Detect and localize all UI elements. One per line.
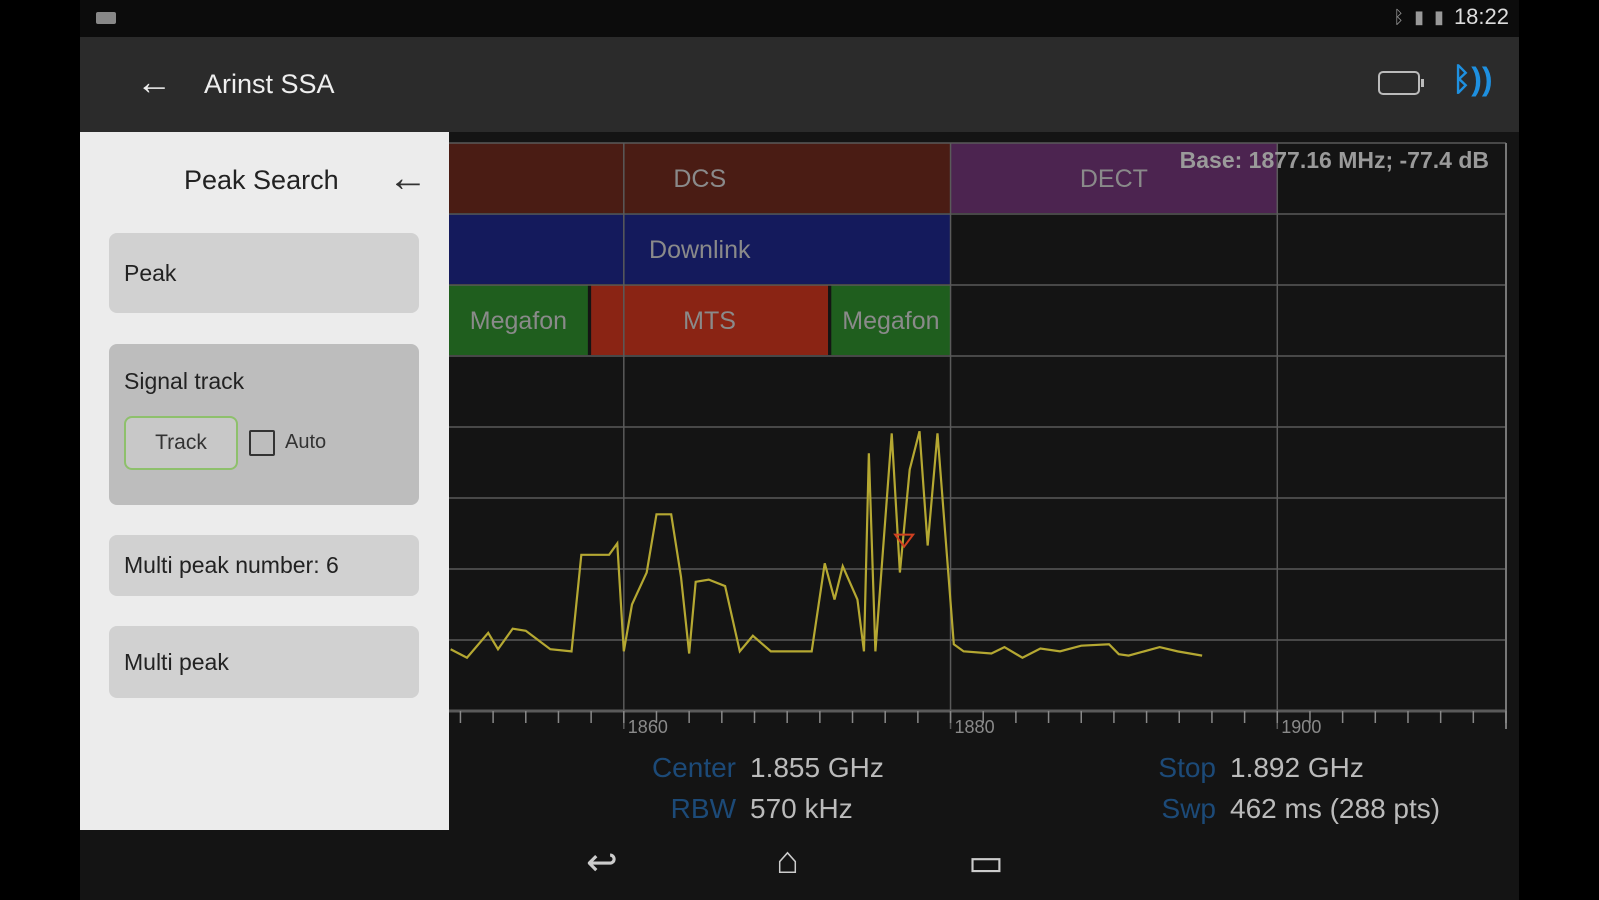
peak-search-panel: Peak Search ← Peak Signal track Track Au… <box>80 132 449 830</box>
nav-home-icon[interactable]: ⌂ <box>776 840 799 883</box>
device-battery-icon[interactable] <box>1378 71 1424 95</box>
rbw-label: RBW <box>670 793 736 824</box>
panel-back-arrow-icon[interactable]: ← <box>388 156 428 201</box>
swp-label: Swp <box>1161 793 1216 824</box>
rbw-readout: RBW 570 kHz <box>632 793 853 825</box>
x-tick-label: 1900 <box>1281 717 1321 737</box>
marker-readout: Base: 1877.16 MHz; -77.4 dB <box>1180 147 1489 173</box>
rbw-value: 570 kHz <box>750 793 853 824</box>
band-label: DECT <box>1080 165 1148 193</box>
stop-value: 1.892 GHz <box>1230 752 1364 783</box>
status-bar: ᛒ ▮ ▮ 18:22 <box>80 0 1519 37</box>
x-tick-label: 1860 <box>628 717 668 737</box>
nav-recents-icon[interactable]: ▭ <box>968 840 1004 885</box>
center-label: Center <box>651 752 736 783</box>
swp-value: 462 ms (288 pts) <box>1230 793 1441 824</box>
app-bar: ← Arinst SSA ᛒ)) <box>80 37 1519 132</box>
band-label: Megafon <box>470 307 567 335</box>
back-arrow-icon[interactable]: ← <box>136 61 172 103</box>
signal-icon: ▮ <box>1414 6 1425 27</box>
x-tick-label: 1880 <box>955 717 995 737</box>
signal-track-label: Signal track <box>124 368 245 394</box>
stop-label: Stop <box>1158 752 1216 783</box>
peak-button[interactable]: Peak <box>109 233 419 313</box>
band-label: Megafon <box>842 307 939 335</box>
multi-peak-button[interactable]: Multi peak <box>109 626 419 698</box>
swp-readout: Swp 462 ms (288 pts) <box>1120 793 1441 825</box>
auto-label: Auto <box>285 431 327 453</box>
band-label: MTS <box>683 307 736 335</box>
multi-peak-number-button[interactable]: Multi peak number: 6 <box>109 535 419 596</box>
track-button[interactable]: Track <box>124 416 238 470</box>
video-icon <box>96 12 116 24</box>
bluetooth-connected-icon[interactable]: ᛒ)) <box>1452 61 1493 98</box>
bluetooth-icon: ᛒ <box>1393 6 1405 27</box>
navigation-bar: ↩ ⌂ ▭ <box>80 830 1519 900</box>
band-label: DCS <box>673 165 726 193</box>
spectrum-trace <box>450 430 1203 660</box>
clock: 18:22 <box>1453 4 1509 29</box>
band-label: Downlink <box>649 236 751 264</box>
center-value: 1.855 GHz <box>750 752 884 783</box>
app-screen: ᛒ ▮ ▮ 18:22 ← Arinst SSA ᛒ)) DCS DECT Down… <box>80 0 1519 900</box>
signal-track-group: Signal track Track Auto <box>109 344 419 505</box>
center-readout: Center 1.855 GHz <box>632 752 884 784</box>
spectrum-chart[interactable]: DCS DECT Downlink Megafon MTS Megafon 1860 1880… <box>449 140 1519 740</box>
panel-title: Peak Search <box>184 165 339 195</box>
nav-back-icon[interactable]: ↩ <box>586 840 618 885</box>
battery-icon: ▮ <box>1434 6 1444 27</box>
stop-readout: Stop 1.892 GHz <box>1120 752 1364 784</box>
app-title: Arinst SSA <box>204 69 335 99</box>
auto-checkbox[interactable] <box>249 430 275 456</box>
